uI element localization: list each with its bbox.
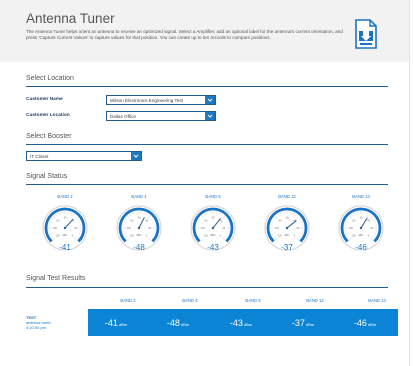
result-unit: dBm — [118, 322, 128, 327]
result-cell: -46dBm — [335, 318, 395, 328]
gauge-band-label: BAND 4 — [131, 194, 147, 199]
results-column-header: BAND 2 — [120, 298, 136, 303]
gauge-unit: dBm — [358, 233, 363, 237]
gauge-value: -48 — [133, 243, 145, 252]
gauge-value: -37 — [281, 243, 293, 252]
section-divider — [26, 184, 388, 185]
chevron-down-icon — [131, 152, 141, 160]
result-cell: -41dBm — [86, 318, 146, 328]
gauge-scale-label: -100 — [348, 227, 353, 230]
gauge-hub — [137, 226, 141, 230]
result-value: -41 — [104, 318, 118, 328]
gauge-scale-label: -120 — [129, 234, 134, 237]
gauge-scale-label: -120 — [55, 234, 60, 237]
gauge-scale-label: -100 — [200, 227, 205, 230]
section-divider — [26, 287, 388, 288]
select-location-title: Select Location — [26, 75, 74, 82]
gauge-scale-label: -120 — [203, 234, 208, 237]
page-title: Antenna Tuner — [26, 11, 115, 26]
section-divider — [26, 144, 388, 145]
test-record-label: TEST antenna north 4:10:50 pm — [26, 315, 51, 330]
customer-name-value: Wilson Electronics Engineering Test — [110, 98, 183, 103]
gauge-band-label: BAND 12 — [278, 194, 296, 199]
select-booster-title: Select Booster — [26, 133, 72, 140]
result-unit: dBm — [305, 322, 315, 327]
signal-test-results-title: Signal Test Results — [26, 275, 86, 282]
gauge-unit: dBm — [284, 233, 289, 237]
result-cell: -37dBm — [273, 318, 333, 328]
gauge-band-label: BAND 5 — [205, 194, 221, 199]
result-cell: -48dBm — [148, 318, 208, 328]
gauge-value: -41 — [59, 243, 71, 252]
result-value: -37 — [291, 318, 305, 328]
save-document-icon[interactable] — [354, 19, 378, 49]
results-column-header: BAND 12 — [306, 298, 324, 303]
result-value: -46 — [353, 318, 367, 328]
test-record-time: 4:10:50 pm — [26, 325, 47, 330]
gauge-scale-label: -100 — [126, 227, 131, 230]
gauge-value: -43 — [207, 243, 219, 252]
customer-location-select[interactable]: Dallas Office — [106, 111, 216, 121]
result-value: -48 — [166, 318, 180, 328]
gauge-band-label: BAND 2 — [57, 194, 73, 199]
gauge-scale-label: -120 — [277, 234, 282, 237]
test-results-row: -41dBm -48dBm -43dBm -37dBm -46dBm — [88, 309, 398, 336]
result-cell: -43dBm — [211, 318, 271, 328]
gauge-hub — [63, 226, 67, 230]
results-column-header: BAND 5 — [245, 298, 261, 303]
result-value: -43 — [229, 318, 243, 328]
antenna-tuner-page: Antenna Tuner The Antenna Tuner helps or… — [0, 0, 410, 366]
customer-location-label: Customer Location — [26, 113, 70, 118]
results-column-header: BAND 4 — [182, 298, 198, 303]
gauge-hub — [359, 226, 363, 230]
section-divider — [26, 86, 388, 87]
gauge-hub — [285, 226, 289, 230]
gauge-hub — [211, 226, 215, 230]
gauge-band-label: BAND 13 — [352, 194, 370, 199]
gauge-unit: dBm — [210, 233, 215, 237]
page-description: The Antenna Tuner helps orient an antenn… — [26, 29, 343, 41]
chevron-down-icon — [205, 96, 215, 104]
gauge-scale-label: -100 — [52, 227, 57, 230]
results-column-header: BAND 13 — [368, 298, 386, 303]
customer-name-label: Customer Name — [26, 97, 63, 102]
result-unit: dBm — [367, 322, 377, 327]
gauge-unit: dBm — [136, 233, 141, 237]
result-unit: dBm — [180, 322, 190, 327]
customer-location-value: Dallas Office — [110, 114, 136, 119]
signal-status-title: Signal Status — [26, 173, 68, 180]
gauge-scale-label: -100 — [274, 227, 279, 230]
chevron-down-icon — [205, 112, 215, 120]
customer-name-select[interactable]: Wilson Electronics Engineering Test — [106, 95, 216, 105]
booster-value: IT Closet — [30, 154, 49, 159]
result-unit: dBm — [243, 322, 253, 327]
booster-select[interactable]: IT Closet — [26, 151, 142, 161]
gauge-scale-label: -120 — [351, 234, 356, 237]
page-header: Antenna Tuner The Antenna Tuner helps or… — [0, 0, 409, 62]
gauge-unit: dBm — [62, 233, 67, 237]
gauge-value: -46 — [355, 243, 367, 252]
